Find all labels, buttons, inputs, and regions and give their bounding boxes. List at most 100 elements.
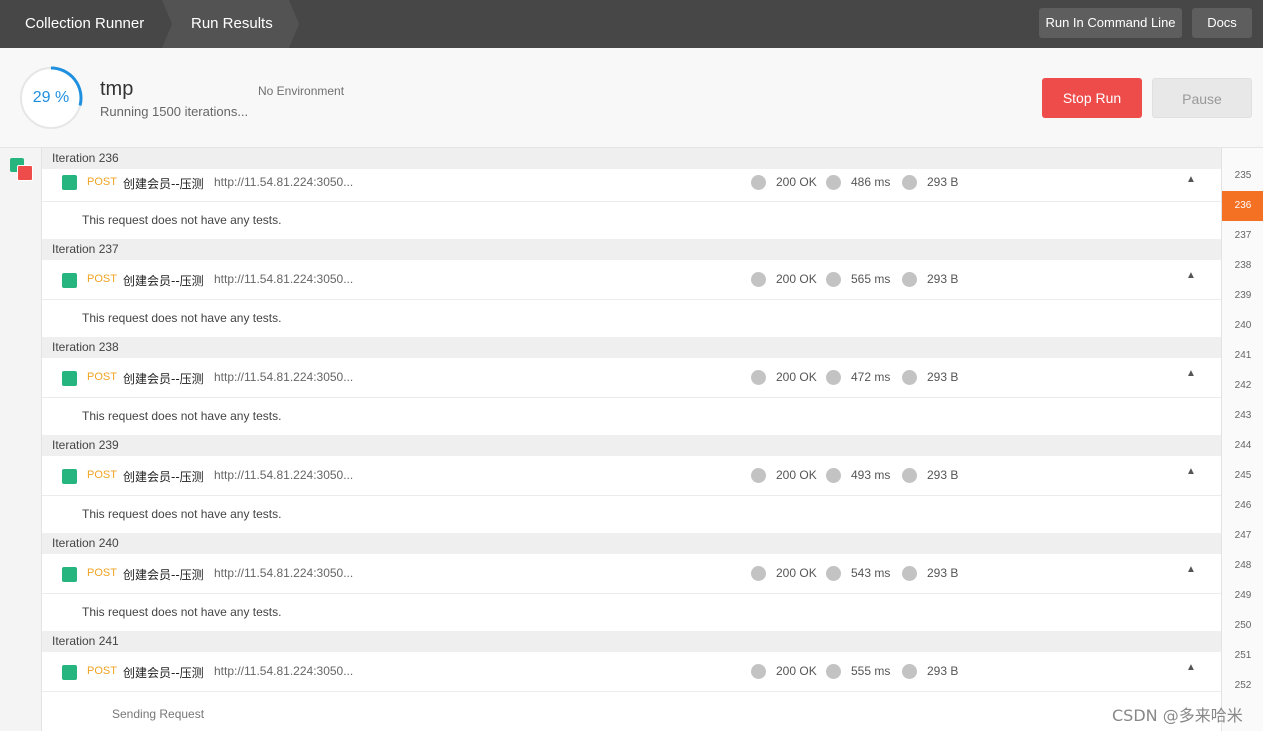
iteration-block: Iteration 238 POST 创建会员--压测 http://11.54… [42, 337, 1221, 435]
iteration-index-item[interactable]: 250 [1222, 611, 1263, 641]
iteration-index-column[interactable]: 235 236 237 238 239 240 241 242 243 244 245 246 247 2… [1221, 148, 1263, 731]
iteration-block: Iteration 241 POST 创建会员--压测 http://11.54… [42, 631, 1221, 692]
request-url: http://11.54.81.224:3050... [214, 468, 354, 482]
response-size: 293 B [927, 664, 959, 678]
request-name: 创建会员--压测 [123, 470, 204, 484]
tests-message: This request does not have any tests. [42, 202, 1221, 239]
iteration-index-item[interactable]: 236 [1222, 191, 1263, 221]
breadcrumb-separator-icon [162, 0, 172, 48]
response-status: 200 OK [776, 468, 817, 482]
response-time: 472 ms [851, 370, 891, 384]
iteration-index-item[interactable]: 249 [1222, 581, 1263, 611]
request-url: http://11.54.81.224:3050... [214, 370, 354, 384]
size-dot-icon [902, 566, 917, 581]
response-status: 200 OK [776, 664, 817, 678]
response-status: 200 OK [776, 566, 817, 580]
request-method: POST [87, 567, 117, 579]
response-size: 293 B [927, 468, 959, 482]
stop-run-button[interactable]: Stop Run [1042, 78, 1142, 118]
request-status-square-icon [62, 567, 77, 582]
request-url: http://11.54.81.224:3050... [214, 664, 354, 678]
response-size: 293 B [927, 175, 959, 189]
request-row[interactable]: POST 创建会员--压测 http://11.54.81.224:3050..… [42, 554, 1221, 594]
size-dot-icon [902, 175, 917, 190]
status-dot-icon [751, 468, 766, 483]
sending-request-status: Sending Request [112, 707, 205, 721]
iteration-header: Iteration 240 [42, 533, 1221, 554]
iteration-index-item[interactable]: 237 [1222, 221, 1263, 251]
request-status-square-icon [62, 371, 77, 386]
time-dot-icon [826, 664, 841, 679]
iteration-index-item[interactable]: 243 [1222, 401, 1263, 431]
iteration-header: Iteration 236 [42, 148, 1221, 169]
collection-name: tmp [100, 78, 134, 100]
iteration-index-item[interactable]: 252 [1222, 671, 1263, 701]
iteration-header: Iteration 237 [42, 239, 1221, 260]
response-size: 293 B [927, 272, 959, 286]
request-name: 创建会员--压测 [123, 177, 204, 191]
size-dot-icon [902, 370, 917, 385]
iteration-block: Iteration 237 POST 创建会员--压测 http://11.54… [42, 239, 1221, 337]
docs-button[interactable]: Docs [1192, 8, 1252, 38]
response-time: 555 ms [851, 664, 891, 678]
tests-message: This request does not have any tests. [42, 496, 1221, 533]
iteration-index-item[interactable]: 245 [1222, 461, 1263, 491]
request-status-square-icon [62, 665, 77, 680]
collapse-caret-icon[interactable]: ▲ [1186, 368, 1196, 379]
run-header: 29 % tmp Running 1500 iterations... No E… [0, 48, 1263, 148]
collapse-caret-icon[interactable]: ▲ [1186, 466, 1196, 477]
breadcrumb-separator-icon [289, 0, 299, 48]
progress-percent: 29 % [32, 89, 70, 106]
tests-message: This request does not have any tests. [42, 398, 1221, 435]
results-list[interactable]: Iteration 236 POST 创建会员--压测 http://11.54… [42, 148, 1221, 731]
iteration-index-item[interactable]: 238 [1222, 251, 1263, 281]
request-name: 创建会员--压测 [123, 372, 204, 386]
request-row[interactable]: POST 创建会员--压测 http://11.54.81.224:3050..… [42, 358, 1221, 398]
iteration-header: Iteration 241 [42, 631, 1221, 652]
iteration-block: Iteration 239 POST 创建会员--压测 http://11.54… [42, 435, 1221, 533]
iteration-index-item[interactable]: 251 [1222, 641, 1263, 671]
request-status-square-icon [62, 469, 77, 484]
request-row[interactable]: POST 创建会员--压测 http://11.54.81.224:3050..… [42, 456, 1221, 496]
top-bar: Collection Runner Run Results Run In Com… [0, 0, 1263, 48]
iteration-index-item[interactable]: 248 [1222, 551, 1263, 581]
iteration-header: Iteration 238 [42, 337, 1221, 358]
iteration-index-item[interactable]: 240 [1222, 311, 1263, 341]
request-method: POST [87, 273, 117, 285]
response-size: 293 B [927, 370, 959, 384]
iteration-block: Iteration 240 POST 创建会员--压测 http://11.54… [42, 533, 1221, 631]
request-name: 创建会员--压测 [123, 666, 204, 680]
collapse-caret-icon[interactable]: ▲ [1186, 270, 1196, 281]
collapse-caret-icon[interactable]: ▲ [1186, 174, 1196, 185]
request-row[interactable]: POST 创建会员--压测 http://11.54.81.224:3050..… [42, 260, 1221, 300]
breadcrumb-run-results[interactable]: Run Results [162, 0, 289, 48]
tests-message: This request does not have any tests. [42, 300, 1221, 337]
test-summary-icon[interactable] [10, 158, 36, 184]
status-dot-icon [751, 370, 766, 385]
iteration-index-item[interactable]: 241 [1222, 341, 1263, 371]
status-dot-icon [751, 175, 766, 190]
iteration-index-item[interactable]: 235 [1222, 161, 1263, 191]
request-url: http://11.54.81.224:3050... [214, 175, 354, 189]
iteration-index-item[interactable]: 247 [1222, 521, 1263, 551]
collapse-caret-icon[interactable]: ▲ [1186, 662, 1196, 673]
response-time: 543 ms [851, 566, 891, 580]
time-dot-icon [826, 468, 841, 483]
iteration-index-item[interactable]: 242 [1222, 371, 1263, 401]
request-name: 创建会员--压测 [123, 274, 204, 288]
collapse-caret-icon[interactable]: ▲ [1186, 564, 1196, 575]
breadcrumb-collection-runner[interactable]: Collection Runner [0, 0, 162, 48]
response-status: 200 OK [776, 370, 817, 384]
run-status: Running 1500 iterations... [100, 104, 249, 119]
request-method: POST [87, 176, 117, 188]
response-status: 200 OK [776, 175, 817, 189]
iteration-index-item[interactable]: 246 [1222, 491, 1263, 521]
iteration-index-item[interactable]: 244 [1222, 431, 1263, 461]
run-in-command-line-button[interactable]: Run In Command Line [1039, 8, 1182, 38]
request-row[interactable]: POST 创建会员--压测 http://11.54.81.224:3050..… [42, 652, 1221, 692]
pause-button[interactable]: Pause [1152, 78, 1252, 118]
request-url: http://11.54.81.224:3050... [214, 272, 354, 286]
request-method: POST [87, 371, 117, 383]
iteration-index-item[interactable]: 239 [1222, 281, 1263, 311]
request-row[interactable]: POST 创建会员--压测 http://11.54.81.224:3050..… [42, 169, 1221, 202]
